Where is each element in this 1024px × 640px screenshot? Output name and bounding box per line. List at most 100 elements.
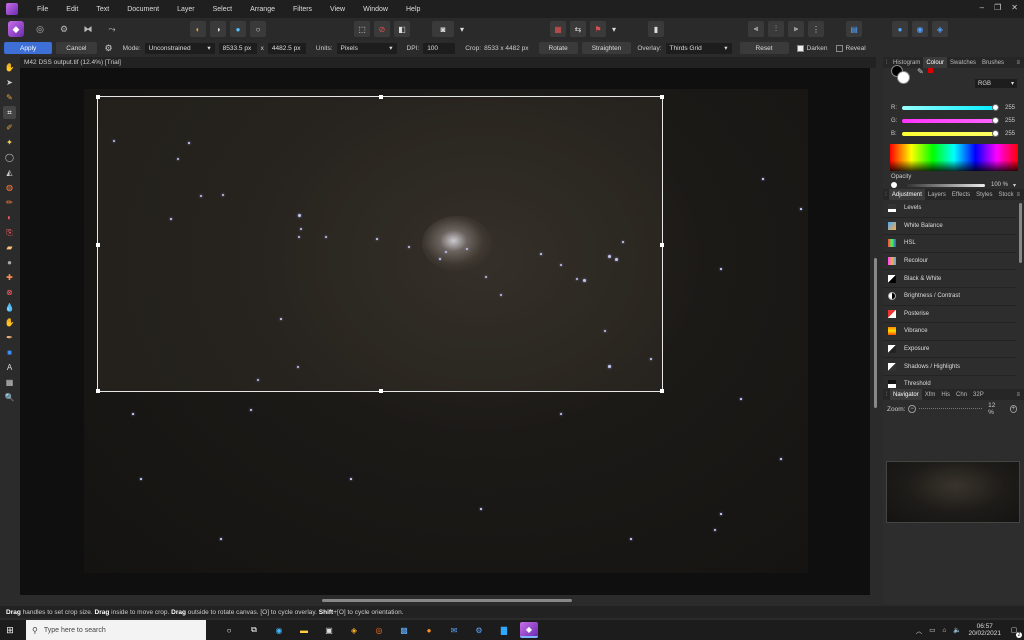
zoom-out-icon[interactable]: − [908, 405, 916, 413]
settings-gear-icon[interactable]: ⚙ [105, 43, 113, 54]
darken-checkbox[interactable]: Darken [796, 44, 828, 52]
grip-icon[interactable]: ⁞ [883, 392, 890, 398]
menu-arrange[interactable]: Arrange [241, 6, 284, 13]
tab-history[interactable]: His [938, 389, 953, 400]
crop-handle-top-right[interactable] [660, 95, 664, 99]
zoom-tool-icon[interactable]: 🔍 [3, 391, 16, 404]
auto-levels-icon[interactable]: ◐ [190, 21, 206, 37]
dpi-field[interactable]: 100 [423, 42, 456, 54]
taskbar-search-input[interactable]: ⚲ Type here to search [26, 620, 206, 640]
colour-mode-select[interactable]: RGB ▾ [975, 79, 1017, 88]
tone-mapping-persona-icon[interactable]: ⧓ [80, 21, 96, 37]
adjustment-shadows-highlights[interactable]: Shadows / Highlights [883, 358, 1016, 376]
panel-menu-icon[interactable]: ≡ [1016, 392, 1020, 398]
tab-colour[interactable]: Colour [923, 57, 948, 68]
straighten-button[interactable]: Straighten [581, 42, 632, 54]
flood-fill-icon[interactable]: ◭ [3, 166, 16, 179]
dodge-tool-icon[interactable]: ◐ [3, 211, 16, 224]
red-track[interactable] [902, 103, 999, 111]
crop-handle-bottom[interactable] [379, 389, 383, 393]
mirror-icon[interactable]: ⇆ [570, 21, 586, 37]
user-icon[interactable]: ● [892, 21, 908, 37]
tab-swatches[interactable]: Swatches [947, 57, 979, 68]
green-track[interactable] [902, 116, 999, 124]
menu-window[interactable]: Window [354, 6, 397, 13]
canvas-area[interactable] [20, 68, 870, 595]
red-slider[interactable]: R: 255 [891, 103, 1019, 112]
tab-channels[interactable]: Chn [953, 389, 970, 400]
snapping-icon[interactable]: ▦ [550, 21, 566, 37]
reset-button[interactable]: Reset [739, 42, 789, 54]
tab-transform[interactable]: Xfm [922, 389, 939, 400]
pixel-view-icon[interactable]: ▮ [648, 21, 664, 37]
colour-picker-icon[interactable]: ✎ [917, 67, 924, 76]
adjustment-scrollbar[interactable] [1019, 203, 1022, 263]
gradient-tool-icon[interactable]: ◍ [3, 181, 16, 194]
red-eye-tool-icon[interactable]: ⊗ [3, 286, 16, 299]
apply-button[interactable]: Apply [4, 42, 53, 54]
tab-stock[interactable]: Stock [995, 189, 1016, 200]
invert-selection-icon[interactable]: ◧ [394, 21, 410, 37]
tab-brushes[interactable]: Brushes [979, 57, 1007, 68]
app-orange-icon[interactable]: ◎ [370, 622, 388, 638]
grip-icon[interactable]: ⁞ [883, 60, 890, 66]
background-colour-swatch[interactable] [897, 71, 910, 84]
mode-select[interactable]: Unconstrained ▾ [144, 42, 215, 54]
volume-icon[interactable]: 🔈 [953, 626, 961, 634]
green-value[interactable]: 255 [1005, 118, 1015, 124]
selection-brush-icon[interactable]: ✐ [3, 121, 16, 134]
red-value[interactable]: 255 [1005, 105, 1015, 111]
menu-text[interactable]: Text [87, 6, 118, 13]
adjustment-recolour[interactable]: Recolour [883, 253, 1016, 271]
app-network-icon[interactable]: ⚙ [470, 622, 488, 638]
zoom-slider[interactable] [918, 408, 983, 410]
crop-tool-icon[interactable]: ⌗ [3, 106, 16, 119]
healing-tool-icon[interactable]: ✚ [3, 271, 16, 284]
affinity-photo-taskbar-icon[interactable]: ◆ [520, 622, 538, 638]
app-firefox-icon[interactable]: ● [420, 622, 438, 638]
marquee-select-icon[interactable]: ⬚ [354, 21, 370, 37]
vertical-scrollbar[interactable] [871, 68, 879, 595]
auto-white-balance-icon[interactable]: ○ [250, 21, 266, 37]
flood-select-icon[interactable]: ✦ [3, 136, 16, 149]
panel-menu-icon[interactable]: ≡ [1016, 60, 1020, 66]
opacity-value[interactable]: 100 % [991, 182, 1008, 188]
assistant-dropdown-icon[interactable]: ▾ [610, 21, 618, 37]
units-select[interactable]: Pixels ▾ [336, 42, 397, 54]
tab-effects[interactable]: Effects [949, 189, 973, 200]
zoom-in-icon[interactable]: + [1009, 405, 1017, 413]
deselect-icon[interactable]: ⊘ [374, 21, 390, 37]
blur-tool-icon[interactable]: 💧 [3, 301, 16, 314]
develop-persona-icon[interactable]: ⚙ [56, 21, 72, 37]
crop-handle-top[interactable] [379, 95, 383, 99]
adjustment-hsl[interactable]: HSL [883, 235, 1016, 253]
windows-start-icon[interactable]: ⊞ [0, 620, 20, 640]
app-yellow-icon[interactable]: ◈ [345, 622, 363, 638]
rotate-button[interactable]: Rotate [538, 42, 578, 54]
crop-handle-bottom-left[interactable] [96, 389, 100, 393]
colour-picker-tool-icon[interactable]: ✎ [3, 91, 16, 104]
adjustment-threshold[interactable]: Threshold [883, 376, 1016, 389]
crop-width-field[interactable]: 8533.5 px [218, 42, 257, 54]
tab-styles[interactable]: Styles [973, 189, 995, 200]
dodge-burn-icon[interactable]: ● [3, 256, 16, 269]
chevron-down-icon[interactable]: ▾ [1013, 182, 1016, 189]
network-icon[interactable]: ⌂ [942, 627, 946, 634]
navigator-thumbnail[interactable] [886, 461, 1020, 523]
panel-menu-icon[interactable]: ≡ [1016, 192, 1020, 198]
quick-mask-dropdown-icon[interactable]: ▾ [458, 21, 466, 37]
view-tool-icon[interactable]: ✋ [3, 61, 16, 74]
restore-icon[interactable]: ❐ [994, 3, 1001, 12]
blue-track[interactable] [902, 129, 999, 137]
green-slider[interactable]: G: 255 [891, 116, 1019, 125]
adjustment-levels[interactable]: Levels [883, 200, 1016, 218]
adjustment-exposure[interactable]: Exposure [883, 341, 1016, 359]
cancel-button[interactable]: Cancel [56, 42, 97, 54]
text-tool-icon[interactable]: A [3, 361, 16, 374]
menu-help[interactable]: Help [397, 6, 429, 13]
minimize-icon[interactable]: – [980, 3, 984, 12]
arrange-icon[interactable]: ▤ [846, 21, 862, 37]
crop-handle-left[interactable] [96, 243, 100, 247]
crop-height-field[interactable]: 4482.5 px [267, 42, 306, 54]
menu-layer[interactable]: Layer [168, 6, 204, 13]
